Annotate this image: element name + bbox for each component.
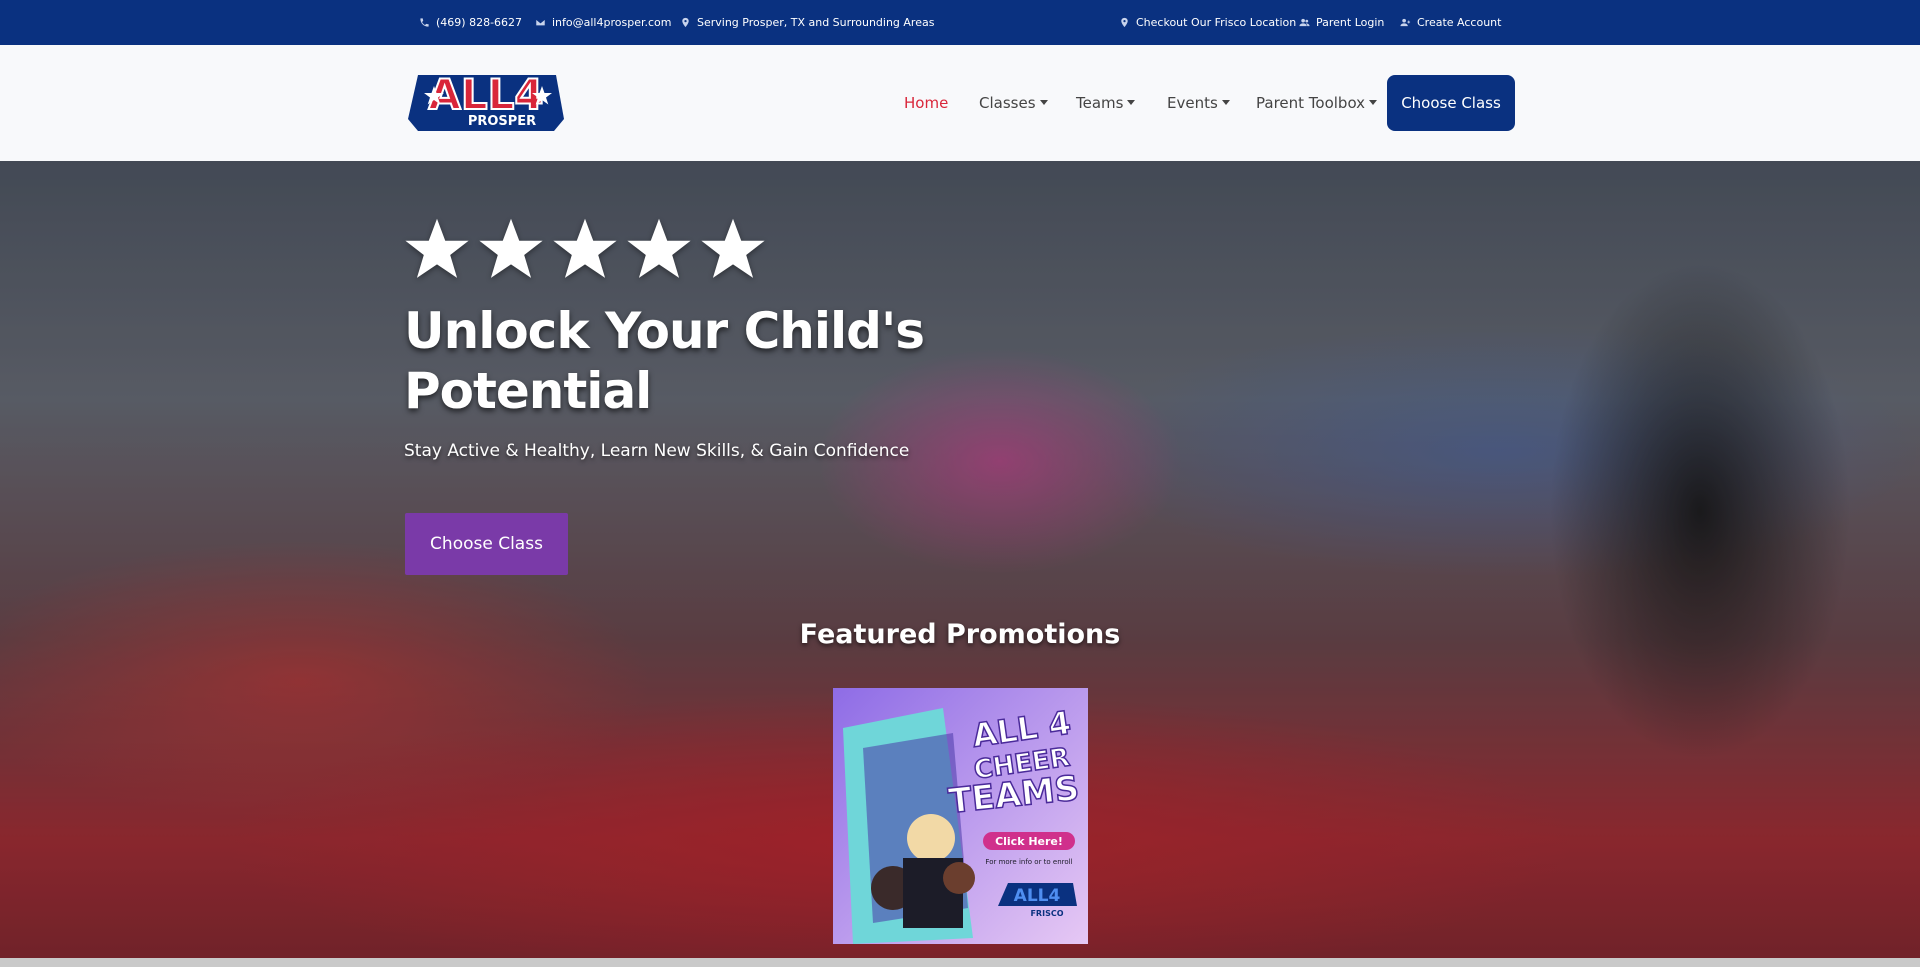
user-plus-icon <box>1400 18 1411 27</box>
hero-title: Unlock Your Child's Potential <box>404 302 925 420</box>
nav-events-label: Events <box>1167 94 1218 112</box>
users-icon <box>1299 18 1310 27</box>
nav-teams-label: Teams <box>1076 94 1124 112</box>
promo-click-here: Click Here! <box>995 835 1063 848</box>
chevron-down-icon <box>1127 99 1136 105</box>
create-account-text: Create Account <box>1417 16 1502 29</box>
cheer-teams-promo-card[interactable]: ALL 4 CHEER TEAMS Click Here! For more i… <box>833 688 1088 944</box>
promo-logo-sub: FRISCO <box>1030 909 1063 918</box>
frisco-location-link[interactable]: Checkout Our Frisco Location <box>1119 0 1296 45</box>
email-link[interactable]: info@all4prosper.com <box>535 0 671 45</box>
hero-section: Unlock Your Child's Potential Stay Activ… <box>0 161 1920 958</box>
parent-login-link[interactable]: Parent Login <box>1299 0 1384 45</box>
star-icon <box>701 218 765 278</box>
chevron-down-icon <box>1221 99 1230 105</box>
nav-home[interactable]: Home <box>904 45 948 161</box>
chevron-down-icon <box>1039 99 1048 105</box>
featured-promotions-heading: Featured Promotions <box>799 619 1121 650</box>
logo-sub-text: PROSPER <box>468 114 536 129</box>
nav-teams[interactable]: Teams <box>1076 45 1136 161</box>
rating-stars <box>404 216 766 282</box>
star-icon <box>553 218 617 278</box>
map-pin-icon <box>682 17 689 28</box>
parent-login-text: Parent Login <box>1316 16 1385 29</box>
email-text: info@all4prosper.com <box>552 16 672 29</box>
all4-prosper-logo[interactable]: ALL4 PROSPER <box>404 69 568 135</box>
nav-classes-label: Classes <box>979 94 1036 112</box>
promo-note: For more info or to enroll <box>985 858 1072 866</box>
envelope-icon <box>535 18 546 27</box>
map-pin-icon <box>1121 17 1128 28</box>
top-info-bar: (469) 828-6627 info@all4prosper.com Serv… <box>0 0 1920 45</box>
logo-main-text: ALL4 <box>428 70 543 119</box>
nav-classes[interactable]: Classes <box>979 45 1048 161</box>
star-icon <box>479 218 543 278</box>
phone-text: (469) 828-6627 <box>436 16 523 29</box>
service-area: Serving Prosper, TX and Surrounding Area… <box>680 0 934 45</box>
choose-class-hero-button[interactable]: Choose Class <box>405 513 568 575</box>
phone-link[interactable]: (469) 828-6627 <box>419 0 522 45</box>
service-area-text: Serving Prosper, TX and Surrounding Area… <box>697 16 935 29</box>
nav-parent-toolbox-label: Parent Toolbox <box>1256 94 1366 112</box>
choose-class-nav-button[interactable]: Choose Class <box>1387 75 1515 131</box>
hero-subtitle: Stay Active & Healthy, Learn New Skills,… <box>404 441 910 461</box>
star-icon <box>405 218 469 278</box>
phone-icon <box>420 18 429 27</box>
create-account-link[interactable]: Create Account <box>1400 0 1501 45</box>
nav-parent-toolbox[interactable]: Parent Toolbox <box>1256 45 1378 161</box>
main-navbar: ALL4 PROSPER <box>0 45 1920 161</box>
promo-logo-main: ALL4 <box>1014 886 1061 906</box>
frisco-location-text: Checkout Our Frisco Location <box>1136 16 1297 29</box>
next-section-edge <box>0 958 1920 967</box>
star-icon <box>627 218 691 278</box>
chevron-down-icon <box>1369 99 1378 105</box>
nav-events[interactable]: Events <box>1167 45 1230 161</box>
